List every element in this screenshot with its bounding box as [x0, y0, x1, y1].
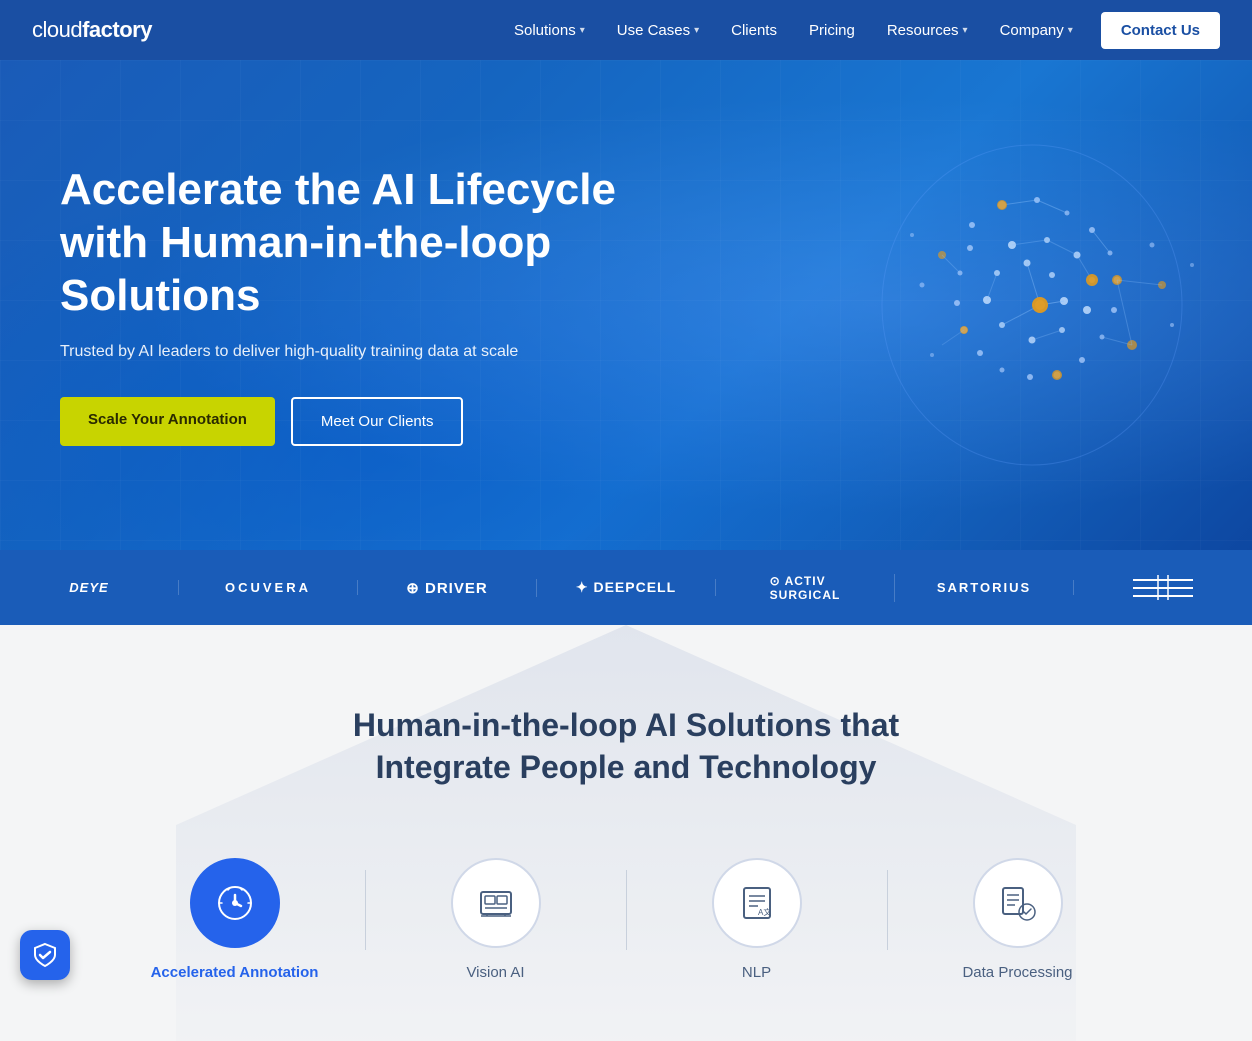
feature-divider-3 — [887, 870, 888, 950]
shield-icon — [31, 941, 59, 969]
nlp-icon: A文 — [736, 882, 778, 924]
nav-contact-label: Contact Us — [1121, 22, 1200, 39]
ai-brain-illustration — [792, 105, 1212, 505]
accelerated-annotation-icon-wrap — [190, 858, 280, 948]
client-logo-bar: deye OCUVERA ⊕ Driver ✦ deepcell ⊙ ACTIV… — [0, 550, 1252, 625]
logo-text-bold: factory — [82, 17, 152, 42]
nav-label: Use Cases — [617, 22, 690, 39]
client-logo-sartorius: SARTORIUS — [895, 580, 1074, 595]
solutions-title: Human-in-the-loop AI Solutions thatInteg… — [40, 705, 1212, 788]
nav-label: Resources — [887, 22, 959, 39]
nav-item-contact[interactable]: Contact Us — [1091, 12, 1220, 49]
chevron-down-icon: ▾ — [1068, 25, 1073, 36]
navbar: cloudfactory Solutions ▾ Use Cases ▾ Cli… — [0, 0, 1252, 60]
hero-title: Accelerate the AI Lifecycle with Human-i… — [60, 164, 700, 322]
data-processing-label: Data Processing — [962, 964, 1072, 981]
data-processing-icon — [997, 882, 1039, 924]
hero-content: Accelerate the AI Lifecycle with Human-i… — [60, 164, 700, 445]
nav-item-usecases[interactable]: Use Cases ▾ — [603, 14, 713, 47]
nav-item-solutions[interactable]: Solutions ▾ — [500, 14, 599, 47]
security-badge[interactable] — [20, 930, 70, 980]
logo-bar-inner: deye OCUVERA ⊕ Driver ✦ deepcell ⊙ ACTIV… — [0, 570, 1252, 605]
client-logo-linevision — [1074, 570, 1252, 605]
chevron-down-icon: ▾ — [963, 25, 968, 36]
nav-item-resources[interactable]: Resources ▾ — [873, 14, 982, 47]
nav-item-pricing[interactable]: Pricing — [795, 14, 869, 47]
feature-accelerated-annotation[interactable]: Accelerated Annotation — [145, 858, 325, 981]
vision-ai-icon — [475, 882, 517, 924]
features-row: Accelerated Annotation Vision AI — [40, 858, 1212, 981]
logo[interactable]: cloudfactory — [32, 17, 152, 43]
hero-section: Accelerate the AI Lifecycle with Human-i… — [0, 60, 1252, 550]
accelerated-annotation-label: Accelerated Annotation — [151, 964, 319, 981]
data-processing-icon-wrap — [973, 858, 1063, 948]
nav-label: Solutions — [514, 22, 576, 39]
nav-item-clients[interactable]: Clients — [717, 14, 791, 47]
feature-nlp[interactable]: A文 NLP — [667, 858, 847, 981]
solutions-section: Human-in-the-loop AI Solutions thatInteg… — [0, 625, 1252, 1041]
chevron-down-icon: ▾ — [580, 25, 585, 36]
linevision-logo-icon — [1128, 570, 1198, 605]
nav-label: Clients — [731, 22, 777, 39]
nlp-icon-wrap: A文 — [712, 858, 802, 948]
client-logo-deye: deye — [0, 580, 179, 595]
vision-ai-icon-wrap — [451, 858, 541, 948]
hero-buttons: Scale Your Annotation Meet Our Clients — [60, 397, 700, 446]
client-logo-activ: ⊙ ACTIVSURGICAL — [716, 574, 895, 602]
nlp-label: NLP — [742, 964, 771, 981]
vision-ai-label: Vision AI — [466, 964, 524, 981]
hero-subtitle: Trusted by AI leaders to deliver high-qu… — [60, 343, 700, 361]
chevron-down-icon: ▾ — [694, 25, 699, 36]
client-logo-deepcell: ✦ deepcell — [537, 579, 716, 596]
feature-divider-1 — [365, 870, 366, 950]
client-logo-ocuvera: OCUVERA — [179, 580, 358, 595]
nav-item-company[interactable]: Company ▾ — [986, 14, 1087, 47]
feature-divider-2 — [626, 870, 627, 950]
hero-visual — [792, 105, 1212, 505]
nav-links: Solutions ▾ Use Cases ▾ Clients Pricing … — [500, 12, 1220, 49]
svg-text:A文: A文 — [758, 907, 771, 917]
feature-vision-ai[interactable]: Vision AI — [406, 858, 586, 981]
meet-clients-button[interactable]: Meet Our Clients — [291, 397, 464, 446]
logo-text-light: cloud — [32, 17, 82, 42]
client-logo-driver: ⊕ Driver — [358, 579, 537, 597]
accelerated-annotation-icon — [214, 882, 256, 924]
feature-data-processing[interactable]: Data Processing — [928, 858, 1108, 981]
nav-label: Pricing — [809, 22, 855, 39]
nav-label: Company — [1000, 22, 1064, 39]
scale-annotation-button[interactable]: Scale Your Annotation — [60, 397, 275, 446]
